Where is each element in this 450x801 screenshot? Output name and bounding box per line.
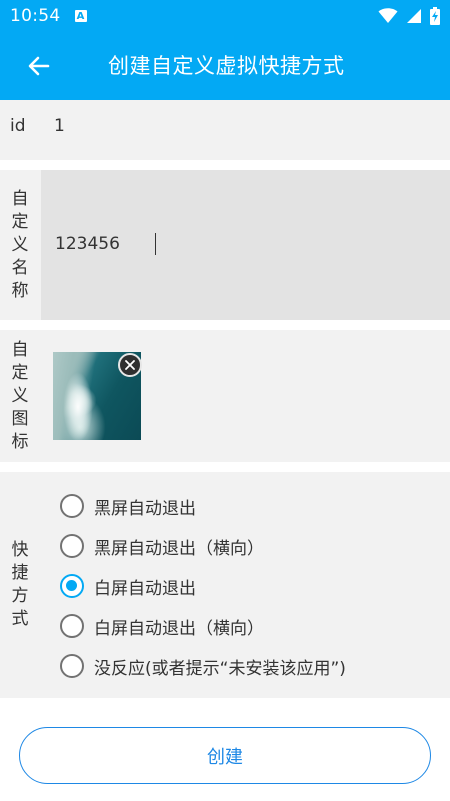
arrow-left-icon bbox=[28, 56, 50, 76]
radio-option-label: 黑屏自动退出 bbox=[94, 498, 196, 519]
radio-unchecked-icon[interactable] bbox=[60, 534, 84, 558]
shortcut-type-radio-group: 黑屏自动退出黑屏自动退出（横向） 白屏自动退出白屏自动退出（横向） 没反应(或者提示… bbox=[60, 486, 346, 686]
radio-unchecked-icon[interactable] bbox=[60, 494, 84, 518]
id-label: id bbox=[10, 116, 26, 136]
label-char: 标 bbox=[11, 431, 29, 452]
label-char: 定 bbox=[11, 362, 29, 383]
shortcut-type-option[interactable]: 黑屏自动退出（横向） bbox=[60, 526, 346, 566]
wifi-icon bbox=[378, 8, 398, 23]
status-bar: 10:54 A bbox=[0, 0, 450, 32]
shortcut-type-option[interactable]: 没反应(或者提示“未安装该应用”) bbox=[60, 646, 346, 686]
radio-unchecked-icon[interactable] bbox=[60, 654, 84, 678]
label-char: 自 bbox=[11, 188, 29, 209]
icon-label: 自定义图标 bbox=[0, 330, 40, 462]
radio-option-label: 没反应(或者提示“未安装该应用”) bbox=[94, 658, 346, 679]
shortcut-type-option[interactable]: 黑屏自动退出 bbox=[60, 486, 346, 526]
name-label: 自定义名称 bbox=[0, 170, 40, 320]
label-char: 式 bbox=[11, 609, 29, 629]
shortcut-type-option[interactable]: 白屏自动退出 bbox=[60, 566, 346, 606]
label-char: 自 bbox=[11, 339, 29, 360]
name-input[interactable]: 123456 bbox=[41, 170, 450, 320]
shortcut-type-label: 快捷方式 bbox=[0, 472, 40, 698]
radio-checked-icon[interactable] bbox=[60, 574, 84, 598]
back-button[interactable] bbox=[24, 52, 54, 80]
label-char: 方 bbox=[11, 586, 29, 606]
signal-icon bbox=[407, 9, 421, 23]
notification-icon: A bbox=[74, 10, 87, 22]
battery-charging-icon bbox=[430, 7, 440, 25]
clear-icon-button[interactable] bbox=[118, 353, 142, 377]
icon-row: 自定义图标 bbox=[0, 330, 450, 462]
label-char: 义 bbox=[11, 385, 29, 406]
radio-option-label: 白屏自动退出（横向） bbox=[94, 618, 264, 639]
name-row: 自定义名称 123456 bbox=[0, 170, 450, 320]
shortcut-type-row: 快捷方式 黑屏自动退出黑屏自动退出（横向） 白屏自动退出白屏自动退出（横向） 没反应… bbox=[0, 472, 450, 698]
status-icons bbox=[378, 7, 440, 25]
radio-option-label: 黑屏自动退出（横向） bbox=[94, 538, 264, 559]
page-title: 创建自定义虚拟快捷方式 bbox=[108, 54, 345, 78]
status-time: 10:54 bbox=[10, 6, 61, 26]
radio-option-label: 白屏自动退出 bbox=[94, 578, 196, 599]
label-char: 图 bbox=[11, 408, 29, 429]
radio-unchecked-icon[interactable] bbox=[60, 614, 84, 638]
name-input-value: 123456 bbox=[55, 234, 120, 254]
id-row: id 1 bbox=[0, 100, 450, 160]
label-char: 名 bbox=[11, 257, 29, 278]
shortcut-type-option[interactable]: 白屏自动退出（横向） bbox=[60, 606, 346, 646]
text-caret bbox=[155, 233, 156, 255]
id-value: 1 bbox=[54, 116, 65, 136]
close-icon bbox=[125, 360, 135, 370]
label-char: 捷 bbox=[11, 563, 29, 583]
label-char: 快 bbox=[11, 540, 29, 560]
label-char: 称 bbox=[11, 280, 29, 301]
app-bar: 创建自定义虚拟快捷方式 bbox=[0, 32, 450, 100]
label-char: 义 bbox=[11, 234, 29, 255]
create-button[interactable]: 创建 bbox=[19, 727, 431, 784]
label-char: 定 bbox=[11, 211, 29, 232]
